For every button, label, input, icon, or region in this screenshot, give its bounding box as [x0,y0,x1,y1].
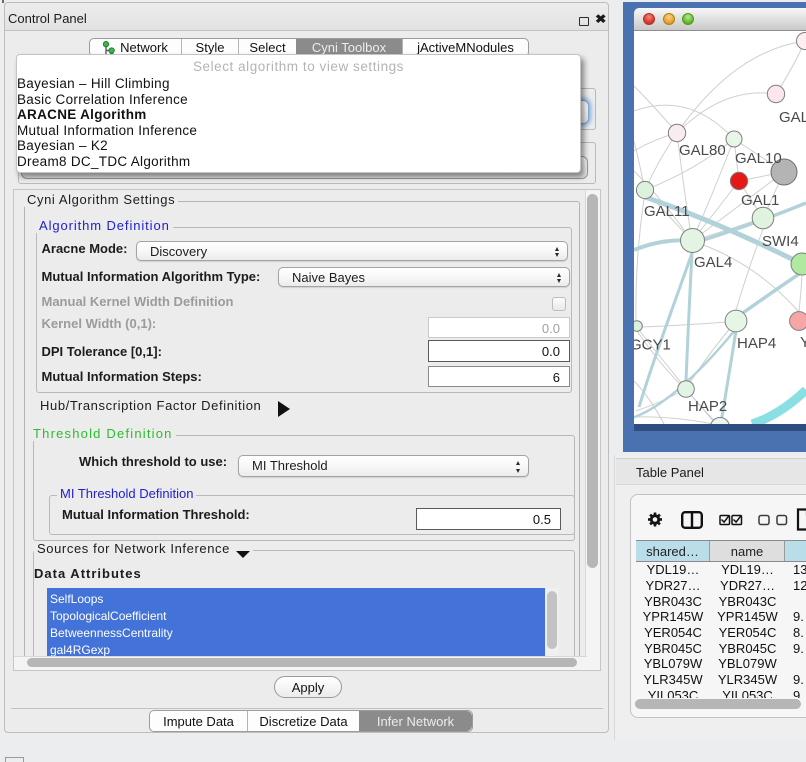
svg-text:HAP4: HAP4 [737,335,776,352]
svg-text:GAL80: GAL80 [679,142,726,159]
svg-text:Y: Y [800,334,806,351]
svg-text:GAL11: GAL11 [644,203,690,220]
svg-text:GAL4: GAL4 [694,254,732,271]
svg-text:GAL10: GAL10 [735,150,782,167]
svg-text:GAL: GAL [779,109,806,126]
svg-text:SWI4: SWI4 [762,233,799,250]
svg-text:HAP2: HAP2 [688,398,727,415]
svg-text:GCY1: GCY1 [634,337,671,354]
svg-text:GAL1: GAL1 [741,192,779,209]
